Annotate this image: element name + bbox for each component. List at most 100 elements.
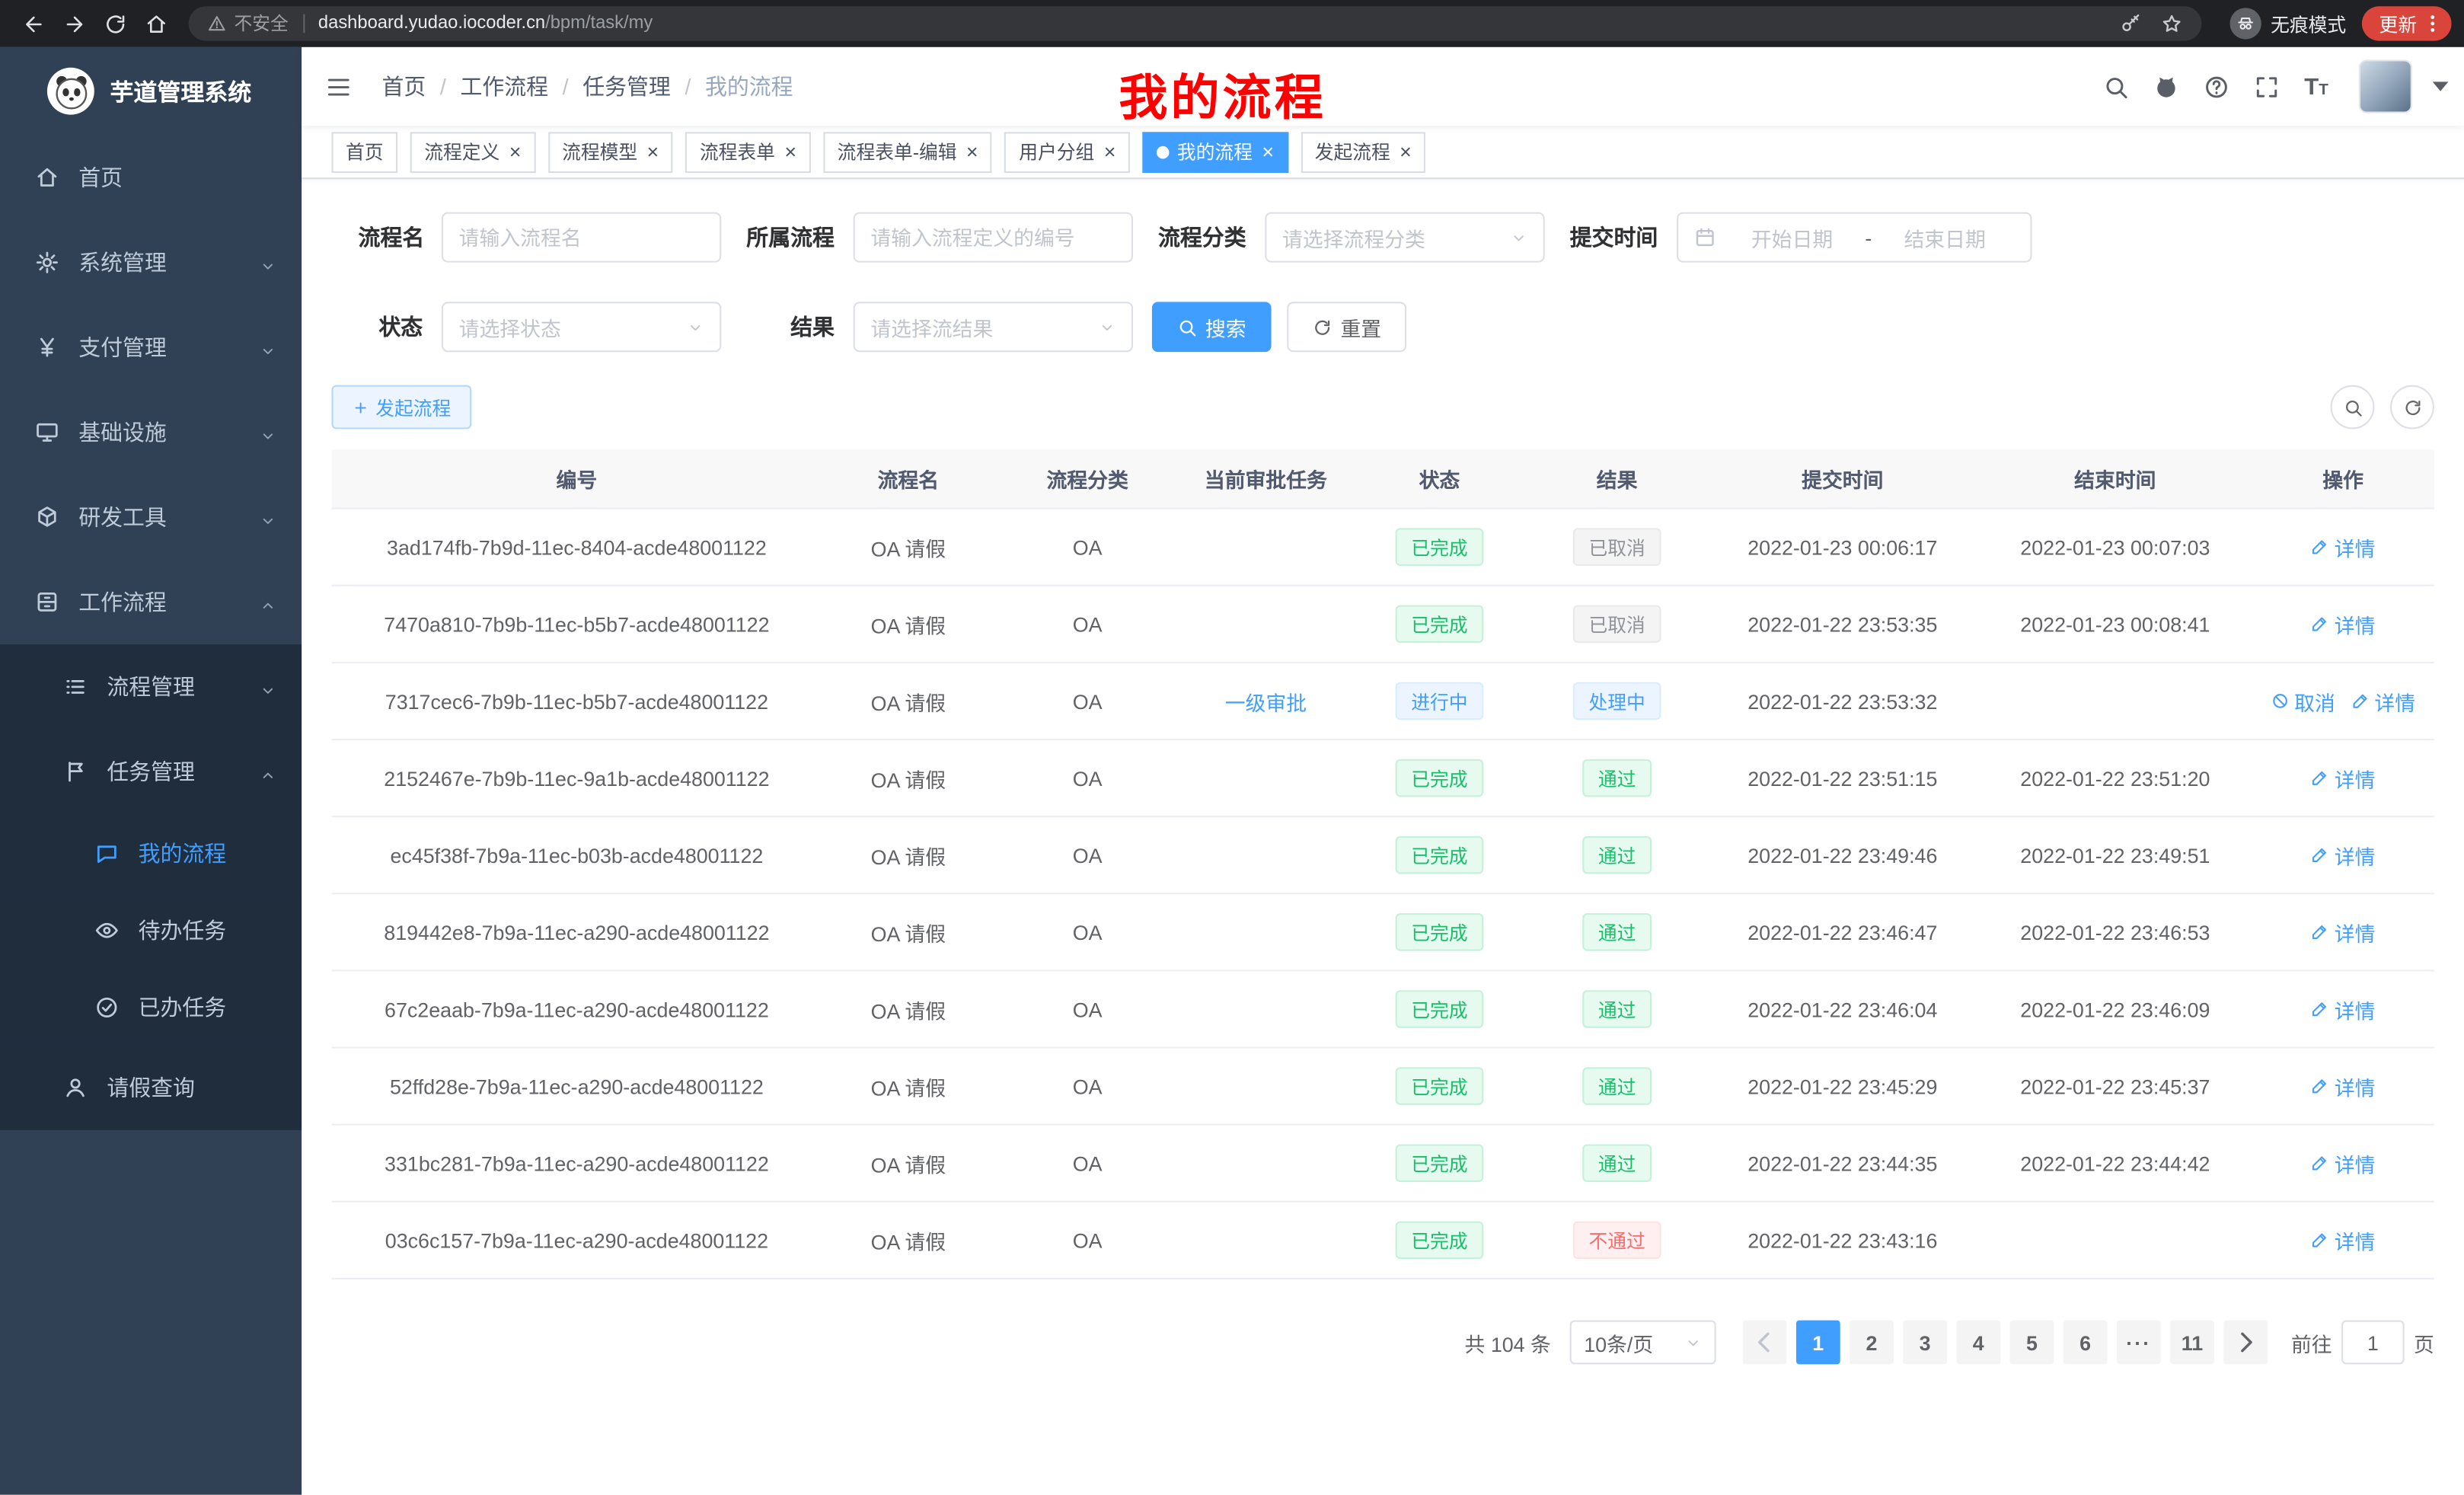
avatar[interactable]: [2359, 59, 2412, 113]
page-button-6[interactable]: 6: [2063, 1321, 2108, 1365]
detail-link[interactable]: 详情: [2351, 686, 2415, 716]
help-button[interactable]: [2195, 66, 2236, 107]
reload-button[interactable]: [94, 3, 136, 44]
next-page-button[interactable]: [2223, 1321, 2268, 1365]
cancel-link[interactable]: 取消: [2271, 686, 2335, 716]
breadcrumb-item[interactable]: 首页: [382, 71, 426, 102]
close-icon[interactable]: ×: [509, 142, 522, 162]
process-input-field[interactable]: [870, 225, 1116, 249]
goto-page-input[interactable]: [2341, 1321, 2405, 1365]
page-button-5[interactable]: 5: [2010, 1321, 2054, 1365]
detail-link[interactable]: 详情: [2311, 840, 2376, 870]
category-select[interactable]: 请选择流程分类: [1265, 212, 1544, 263]
sidebar-item-system[interactable]: 系统管理: [0, 220, 302, 305]
page-button-11[interactable]: 11: [2170, 1321, 2214, 1365]
detail-link[interactable]: 详情: [2311, 609, 2376, 639]
tab-process-model[interactable]: 流程模型×: [547, 131, 672, 172]
address-bar[interactable]: 不安全 dashboard.yudao.iocoder.cn/bpm/task/…: [189, 6, 2202, 40]
close-icon[interactable]: ×: [966, 142, 978, 162]
page-button-1[interactable]: 1: [1796, 1321, 1840, 1365]
tab-home[interactable]: 首页: [331, 131, 397, 172]
chevron-down-icon: [260, 423, 277, 441]
page-button-3[interactable]: 3: [1903, 1321, 1947, 1365]
page-button-2[interactable]: 2: [1850, 1321, 1894, 1365]
detail-label: 详情: [2335, 763, 2376, 793]
sidebar-item-workflow[interactable]: 工作流程: [0, 560, 302, 644]
font-size-button[interactable]: TT: [2296, 66, 2337, 107]
task-link[interactable]: 一级审批: [1225, 686, 1307, 716]
calendar-icon: [1694, 226, 1716, 248]
incognito-label: 无痕模式: [2271, 10, 2346, 37]
tab-process-definition[interactable]: 流程定义×: [410, 131, 535, 172]
close-icon[interactable]: ×: [1104, 142, 1116, 162]
back-button[interactable]: [13, 3, 54, 44]
fullscreen-button[interactable]: [2245, 66, 2287, 107]
status-tag: 已完成: [1396, 759, 1484, 797]
refresh-table-button[interactable]: [2390, 385, 2434, 430]
result-select[interactable]: 请选择流结果: [854, 302, 1133, 352]
sidebar-item-leave-query[interactable]: 请假查询: [0, 1045, 302, 1129]
caret-down-icon[interactable]: [2433, 81, 2449, 91]
tab-user-group[interactable]: 用户分组×: [1005, 131, 1130, 172]
column-header: 当前审批任务: [1180, 449, 1352, 507]
sidebar-item-infrastructure[interactable]: 基础设施: [0, 390, 302, 474]
cell-current-task: 一级审批: [1180, 663, 1352, 739]
more-pages-button[interactable]: ···: [2117, 1321, 2161, 1365]
cell-result: 处理中: [1527, 663, 1706, 739]
close-icon[interactable]: ×: [647, 142, 659, 162]
search-button[interactable]: 搜索: [1152, 302, 1272, 352]
time-daterange[interactable]: 开始日期-结束日期: [1677, 212, 2032, 263]
key-icon[interactable]: [2120, 13, 2142, 35]
name-input-field[interactable]: [459, 225, 704, 249]
sidebar-item-process-mgmt[interactable]: 流程管理: [0, 644, 302, 729]
detail-link[interactable]: 详情: [2311, 1225, 2376, 1255]
detail-link[interactable]: 详情: [2311, 763, 2376, 793]
close-icon[interactable]: ×: [1400, 142, 1412, 162]
sidebar-item-task-mgmt[interactable]: 任务管理: [0, 730, 302, 814]
page-size-select[interactable]: 10条/页: [1570, 1321, 1716, 1365]
tab-start-process[interactable]: 发起流程×: [1301, 131, 1425, 172]
sidebar-item-done-tasks[interactable]: 已办任务: [0, 968, 302, 1045]
detail-link[interactable]: 详情: [2311, 917, 2376, 947]
reset-button[interactable]: 重置: [1287, 302, 1406, 352]
cell-id: 2152467e-7b9b-11ec-9a1b-acde48001122: [331, 740, 822, 816]
cancel-label: 取消: [2294, 686, 2335, 716]
github-button[interactable]: [2145, 66, 2186, 107]
toggle-search-button[interactable]: [2331, 385, 2375, 430]
tab-my-process[interactable]: 我的流程×: [1142, 131, 1288, 172]
sidebar-item-todo-tasks[interactable]: 待办任务: [0, 891, 302, 968]
status-tag: 已完成: [1396, 1222, 1484, 1260]
logo-image: [47, 68, 94, 115]
prev-page-button[interactable]: [1743, 1321, 1787, 1365]
menu-dots-icon[interactable]: [2421, 13, 2443, 35]
app-logo[interactable]: 芋道管理系统: [0, 47, 302, 136]
status-select[interactable]: 请选择状态: [442, 302, 721, 352]
sidebar-menu: 首页系统管理支付管理基础设施研发工具工作流程流程管理任务管理我的流程待办任务已办…: [0, 135, 302, 1129]
tab-process-form[interactable]: 流程表单×: [685, 131, 810, 172]
page-button-4[interactable]: 4: [1956, 1321, 2000, 1365]
create-process-button[interactable]: 发起流程: [331, 385, 471, 430]
result-tag: 通过: [1582, 836, 1652, 874]
bookmark-star-icon[interactable]: [2161, 13, 2183, 35]
detail-link[interactable]: 详情: [2311, 1071, 2376, 1100]
tab-process-form-edit[interactable]: 流程表单-编辑×: [823, 131, 992, 172]
breadcrumb-item[interactable]: 工作流程: [460, 71, 548, 102]
detail-link[interactable]: 详情: [2311, 1148, 2376, 1178]
close-icon[interactable]: ×: [784, 142, 796, 162]
sidebar-item-my-process[interactable]: 我的流程: [0, 814, 302, 891]
name-input[interactable]: [442, 212, 721, 263]
home-button[interactable]: [135, 3, 176, 44]
detail-link[interactable]: 详情: [2311, 532, 2376, 562]
detail-link[interactable]: 详情: [2311, 994, 2376, 1024]
update-button[interactable]: 更新: [2362, 6, 2452, 40]
sidebar-item-home[interactable]: 首页: [0, 135, 302, 219]
sidebar-item-dev-tools[interactable]: 研发工具: [0, 474, 302, 559]
process-input[interactable]: [854, 212, 1133, 263]
close-icon[interactable]: ×: [1262, 142, 1274, 162]
search-button[interactable]: [2095, 66, 2136, 107]
sidebar-item-payment[interactable]: 支付管理: [0, 305, 302, 389]
hamburger-button[interactable]: [302, 73, 375, 100]
forward-button[interactable]: [53, 3, 94, 44]
breadcrumb-item[interactable]: 任务管理: [582, 71, 671, 102]
chevron-up-icon: [260, 593, 277, 611]
